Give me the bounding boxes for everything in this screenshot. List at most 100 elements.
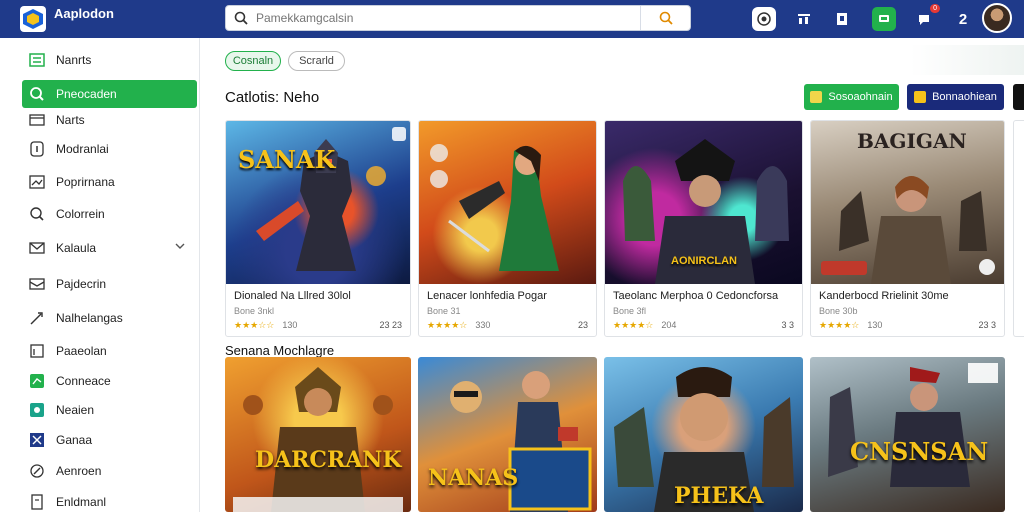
trophy-icon (914, 91, 927, 103)
rating: ★★★★☆ 204 (613, 320, 676, 331)
sidebar-item-modranlai[interactable]: Modranlai (22, 135, 197, 163)
sidebar-item-ganaa[interactable]: Ganaa (22, 426, 197, 454)
rating-count: 204 (661, 320, 677, 330)
header-fade (910, 45, 1024, 75)
counter-value: 2 (958, 10, 968, 28)
sidebar-item-narts[interactable]: Narts (22, 106, 197, 134)
game-stat: 23 (577, 320, 588, 330)
inbox-icon (28, 275, 46, 293)
brand: Aaplodon (54, 7, 114, 22)
game-subtitle: Bone 31 (427, 306, 461, 316)
rating: ★★★☆☆ 130 (234, 320, 297, 331)
game-stat: 23 3 (978, 320, 996, 330)
shield-icon[interactable] (752, 7, 776, 31)
sidebar-item-paaeolan[interactable]: Paaeolan (22, 337, 197, 365)
sidebar-item-label: Paaeolan (56, 344, 107, 358)
cart-icon[interactable] (872, 7, 896, 31)
hero-illustration (430, 144, 559, 271)
sidebar-item-label: Nanrts (56, 53, 92, 67)
game-card-partial[interactable] (1013, 120, 1024, 337)
action-button-label: Sosoaohnain (828, 91, 893, 103)
notification-icon[interactable]: 0 (912, 4, 940, 31)
action-button-overflow[interactable] (1013, 84, 1024, 110)
game-card[interactable]: Lenacer lonhfedia Pogar Bone 31 ★★★★☆ 330… (418, 120, 597, 337)
game-cover-art: AONIRCLAN (605, 121, 802, 284)
rating-count: 130 (282, 320, 298, 330)
sidebar-item-neaien[interactable]: Neaien (22, 396, 197, 424)
search-input[interactable] (256, 11, 636, 25)
filter-chip[interactable]: Scrarld (288, 51, 345, 71)
game-stat: 23 23 (379, 320, 402, 330)
chart-icon[interactable] (792, 7, 816, 31)
teal-square-icon (28, 401, 46, 419)
sidebar-item-pajdecrin[interactable]: Pajdecrin (22, 270, 197, 298)
book-icon (28, 342, 46, 360)
sidebar-item-label: Narts (56, 113, 85, 127)
game-card[interactable]: AONIRCLAN Taeolanc Merphoa 0 Cedoncforsa… (604, 120, 803, 337)
app-logo-icon[interactable] (20, 6, 46, 32)
game-art-title: CNSNSAN (850, 437, 989, 466)
sidebar-item-label: Poprirnana (56, 175, 115, 189)
counter-icon[interactable]: 2 (951, 7, 975, 31)
game-cover-art: BAGIGAN (811, 121, 1004, 284)
rating: ★★★★☆ 330 (427, 320, 490, 331)
game-card[interactable]: DARCRANK (225, 357, 411, 512)
sidebar-item-nalhelangas[interactable]: Nalhelangas (22, 304, 197, 332)
filter-chip-active[interactable]: Cosnaln (225, 51, 281, 71)
hero-illustration (828, 363, 998, 487)
sidebar-item-conneace[interactable]: Conneace (22, 367, 197, 395)
star-rating: ★★★★☆ (427, 320, 468, 330)
section-title: Senana Mochlagre (225, 343, 335, 358)
sidebar-item-label: Conneace (56, 374, 111, 388)
image-icon (28, 173, 46, 191)
action-button-blue[interactable]: Bonnaohiean (907, 84, 1004, 110)
gamepad-icon (810, 91, 823, 103)
game-card[interactable]: BAGIGAN Kanderbocd Rrielinit 30me Bone 3… (810, 120, 1005, 337)
sidebar-item-colorrein[interactable]: Colorrein (22, 200, 197, 228)
mail-icon (28, 239, 46, 257)
bookmark-icon[interactable] (830, 7, 854, 31)
game-art-title: BAGIGAN (857, 129, 967, 153)
game-card[interactable]: SANAK Dionaled Na Lllred 30lol Bone 3nkl… (225, 120, 411, 337)
game-art-title: SANAK (238, 145, 336, 174)
magnifier-icon (28, 205, 46, 223)
game-cover-art (419, 121, 596, 284)
hero-illustration (233, 367, 403, 512)
sidebar-item-pneocaden[interactable]: Pneocaden (22, 80, 197, 108)
star-rating: ★★★★☆ (613, 320, 654, 330)
sidebar-item-label: Neaien (56, 403, 95, 417)
sidebar-item-label: Colorrein (56, 207, 105, 221)
sidebar-item-label: Enldmanl (56, 495, 107, 509)
search-submit-button[interactable] (640, 6, 690, 30)
game-art-title: PHEKA (674, 483, 764, 509)
sidebar-item-label: Nalhelangas (56, 311, 123, 325)
sidebar-item-aenroen[interactable]: Aenroen (22, 457, 197, 485)
star-rating: ★★★★☆ (819, 320, 860, 330)
game-art-title: NANAS (428, 465, 519, 491)
compass-icon (28, 462, 46, 480)
game-stat: 3 3 (781, 320, 794, 330)
action-button-green[interactable]: Sosoaohnain (804, 84, 899, 110)
game-art-title: DARCRANK (255, 447, 402, 473)
sidebar-item-poprirnana[interactable]: Poprirnana (22, 168, 197, 196)
action-button-label: Bonnaohiean (932, 91, 997, 103)
rating-count: 130 (867, 320, 883, 330)
sidebar-item-label: Pneocaden (56, 87, 117, 101)
sidebar-item-nanrts[interactable]: Nanrts (22, 46, 197, 74)
game-title: Taeolanc Merphoa 0 Cedoncforsa (613, 290, 779, 302)
list-icon (28, 51, 46, 69)
game-title: Kanderbocd Rrielinit 30me (819, 290, 949, 302)
brand-name: Aaplodon (54, 6, 114, 21)
document-icon (28, 493, 46, 511)
game-card[interactable]: CNSNSAN (810, 357, 1005, 512)
chevron-down-icon[interactable] (175, 242, 185, 250)
rating: ★★★★☆ 130 (819, 320, 882, 331)
star-rating: ★★★☆☆ (234, 320, 275, 330)
game-card[interactable]: PHEKA (604, 357, 803, 512)
game-title: Lenacer lonhfedia Pogar (427, 290, 547, 302)
top-bar: Aaplodon 0 2 (0, 0, 1024, 38)
notification-badge: 0 (930, 4, 940, 13)
game-card[interactable]: NANAS (418, 357, 597, 512)
sidebar-item-kalaula[interactable]: Kalaula (22, 234, 197, 262)
avatar[interactable] (982, 3, 1012, 33)
